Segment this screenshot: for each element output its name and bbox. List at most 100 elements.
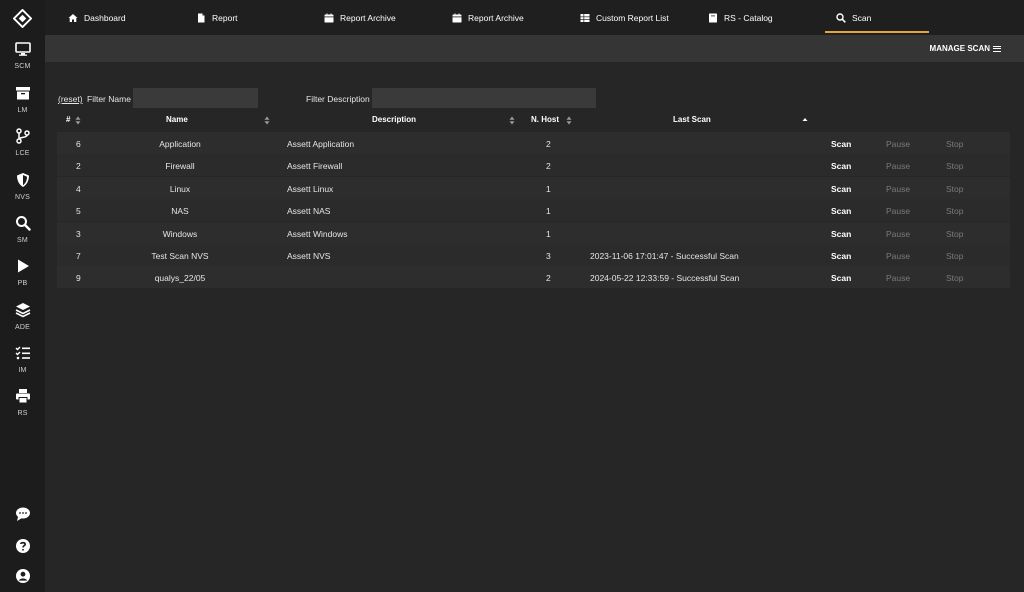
calendar-icon <box>452 13 462 22</box>
scan-button[interactable]: Scan <box>831 206 851 216</box>
chat-icon[interactable] <box>15 506 31 522</box>
filter-name-input[interactable] <box>133 88 258 108</box>
filter-name-label: Filter Name <box>87 94 131 104</box>
tab-dashboard[interactable]: Dashboard <box>68 0 126 35</box>
sort-icon[interactable] <box>75 116 81 125</box>
pause-button[interactable]: Pause <box>886 139 910 149</box>
column-header-last-scan[interactable]: Last Scan <box>673 115 711 124</box>
cell-description: Assett Application <box>287 139 355 149</box>
tab-rs-catalog[interactable]: RS - Catalog <box>708 0 773 35</box>
cell-description: Assett NVS <box>287 251 331 261</box>
cell-name: Windows <box>162 228 198 239</box>
tab-label: Report <box>212 12 238 23</box>
sidebar-item-label: PB <box>17 280 28 287</box>
sidebar-item-lm[interactable]: LM <box>0 85 45 125</box>
sidebar-item-lce[interactable]: LCE <box>0 128 45 168</box>
stop-button[interactable]: Stop <box>946 139 964 149</box>
tab-label: Report Archive <box>340 12 396 23</box>
pause-button[interactable]: Pause <box>886 229 910 239</box>
sidebar-item-im[interactable]: IM <box>0 345 45 385</box>
tab-report-archive-2[interactable]: Report Archive <box>452 0 524 35</box>
cell-description: Assett Linux <box>287 183 334 194</box>
code-branch-icon <box>15 128 30 144</box>
book-icon <box>709 13 717 22</box>
sort-icon[interactable] <box>509 116 515 125</box>
cell-id: 7 <box>76 251 81 261</box>
cell-hosts: 1 <box>546 206 551 217</box>
cell-hosts: 1 <box>546 183 551 194</box>
table-row[interactable]: 4 Linux Assett Linux 1 Scan Pause Stop <box>57 176 1010 199</box>
app-logo-icon[interactable] <box>13 9 32 28</box>
column-header-hosts[interactable]: N. Host <box>531 115 559 124</box>
sidebar-item-label: IM <box>18 367 27 374</box>
column-header-description[interactable]: Description <box>372 115 416 124</box>
cell-hosts: 1 <box>546 228 551 239</box>
print-icon <box>15 389 30 404</box>
stop-button[interactable]: Stop <box>946 273 964 283</box>
pause-button[interactable]: Pause <box>886 273 910 283</box>
table-row[interactable]: 9 qualys_22/05 2 2024-05-22 12:33:59 - Succ… <box>57 266 1010 289</box>
file-icon <box>198 13 205 22</box>
table-row[interactable]: 3 Windows Assett Windows 1 Scan Pause Stop <box>57 221 1010 244</box>
home-icon <box>68 13 78 22</box>
tab-report-archive[interactable]: Report Archive <box>324 0 396 35</box>
sidebar-item-ade[interactable]: ADE <box>0 302 45 342</box>
stop-button[interactable]: Stop <box>946 229 964 239</box>
table-row[interactable]: 5 NAS Assett NAS 1 Scan Pause Stop <box>57 199 1010 222</box>
cell-id: 3 <box>76 228 81 239</box>
sidebar-item-sm[interactable]: SM <box>0 215 45 255</box>
shield-icon <box>16 173 29 187</box>
scan-button[interactable]: Scan <box>831 184 851 194</box>
tab-scan[interactable]: Scan <box>825 0 930 35</box>
sidebar-item-label: RS <box>17 410 28 417</box>
table-row[interactable]: 2 Firewall Assett Firewall 2 Scan Pause Stop <box>57 154 1010 177</box>
pause-button[interactable]: Pause <box>886 161 910 171</box>
pause-button[interactable]: Pause <box>886 251 910 261</box>
table-header: # Name Description N. Host Last Scan <box>57 112 1010 128</box>
tab-report[interactable]: Report <box>196 0 238 35</box>
manage-scan-label: MANAGE SCAN <box>929 44 990 53</box>
column-header-id[interactable]: # <box>66 115 70 124</box>
cell-last-scan: 2023-11-06 17:01:47 - Successful Scan <box>590 251 739 261</box>
table-row[interactable]: 6 Application Assett Application 2 Scan Pause… <box>57 132 1010 154</box>
stop-button[interactable]: Stop <box>946 161 964 171</box>
scan-button[interactable]: Scan <box>831 139 851 149</box>
scan-button[interactable]: Scan <box>831 229 851 239</box>
sidebar-item-label: LCE <box>15 150 30 157</box>
sort-ascending-icon[interactable] <box>802 116 808 125</box>
sidebar-item-nvs[interactable]: NVS <box>0 172 45 212</box>
pause-button[interactable]: Pause <box>886 184 910 194</box>
column-header-name[interactable]: Name <box>166 115 188 124</box>
table-row[interactable]: 7 Test Scan NVS Assett NVS 3 2023-11-06 17:0… <box>57 244 1010 266</box>
stop-button[interactable]: Stop <box>946 206 964 216</box>
cell-hosts: 2 <box>546 273 551 284</box>
pause-button[interactable]: Pause <box>886 206 910 216</box>
stop-button[interactable]: Stop <box>946 251 964 261</box>
active-tab-indicator <box>825 31 930 33</box>
cell-name: Firewall <box>165 161 195 172</box>
reset-filters-link[interactable]: (reset) <box>58 94 83 104</box>
stop-button[interactable]: Stop <box>946 184 964 194</box>
sidebar-item-label: SCM <box>14 63 31 70</box>
sidebar-item-scm[interactable]: SCM <box>0 41 45 81</box>
scan-button[interactable]: Scan <box>831 251 851 261</box>
cell-name: Test Scan NVS <box>151 251 209 261</box>
cell-name: qualys_22/05 <box>154 273 206 284</box>
cell-description: Assett Firewall <box>287 161 343 172</box>
sort-icon[interactable] <box>566 116 572 125</box>
sidebar-item-pb[interactable]: PB <box>0 258 45 298</box>
scan-button[interactable]: Scan <box>831 273 851 283</box>
sidebar-item-rs[interactable]: RS <box>0 388 45 428</box>
tab-label: Dashboard <box>84 12 126 23</box>
sidebar-item-label: SM <box>17 237 28 244</box>
scan-button[interactable]: Scan <box>831 161 851 171</box>
help-icon[interactable] <box>15 538 31 554</box>
manage-scan-button[interactable]: MANAGE SCAN <box>930 44 1001 53</box>
play-icon <box>17 259 29 273</box>
tab-label: Custom Report List <box>596 12 669 23</box>
tab-label: RS - Catalog <box>724 12 773 23</box>
user-icon[interactable] <box>15 568 31 584</box>
tab-custom-report-list[interactable]: Custom Report List <box>580 0 669 35</box>
filter-description-input[interactable] <box>372 88 596 108</box>
sort-icon[interactable] <box>264 116 270 125</box>
